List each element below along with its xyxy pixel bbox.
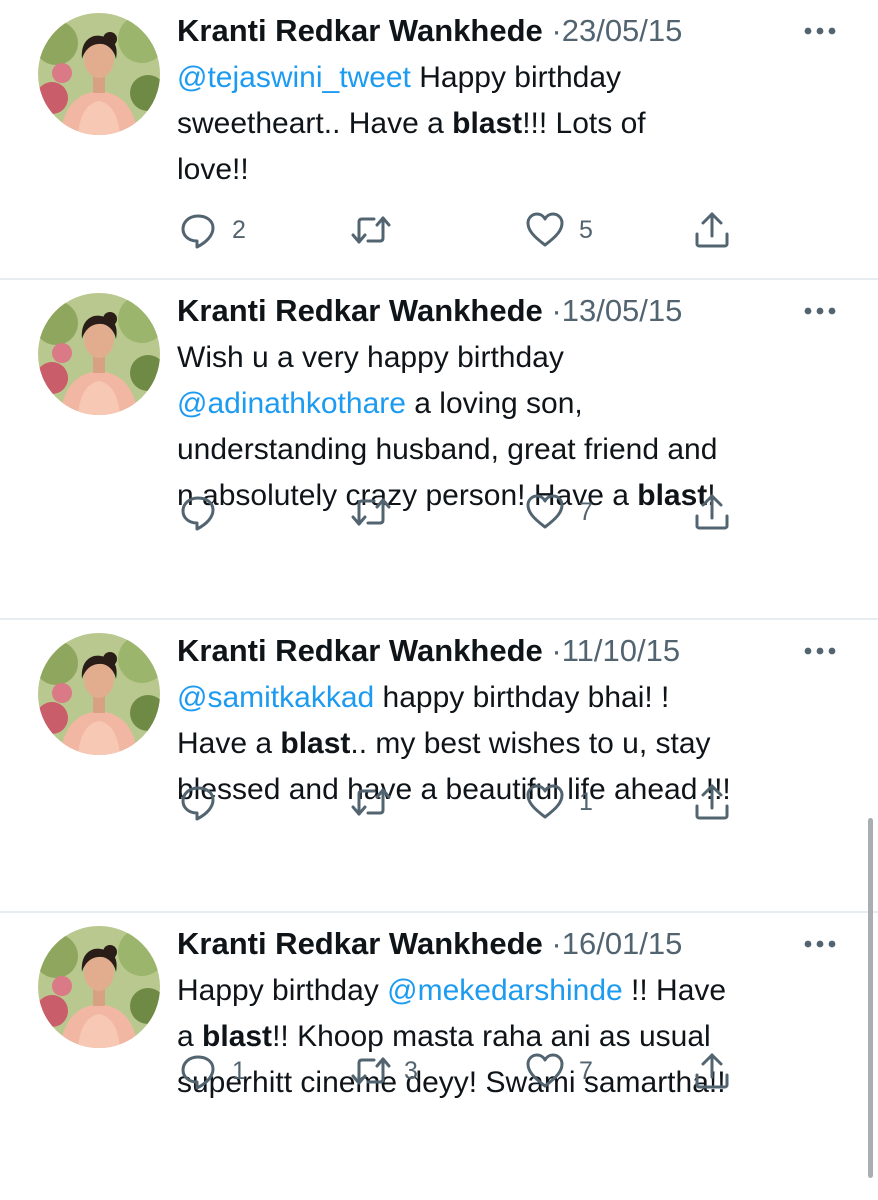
tweet-text-line: understanding husband, great friend and xyxy=(177,427,847,473)
tweet-text-line: love!! xyxy=(177,147,847,193)
like-count: 7 xyxy=(579,1057,593,1085)
tweet-header: Kranti Redkar Wankhede ·11/10/15 xyxy=(177,631,680,671)
tweet-text-line: @samitkakkad happy birthday bhai! ! xyxy=(177,675,847,721)
tweet-date[interactable]: 23/05/15 xyxy=(562,13,683,48)
tweet[interactable]: Kranti Redkar Wankhede ·13/05/15 Wish u a… xyxy=(0,280,878,618)
like-button[interactable]: 5 xyxy=(525,210,615,250)
reply-count: 2 xyxy=(232,216,246,244)
author-name[interactable]: Kranti Redkar Wankhede xyxy=(177,633,543,668)
tweet-date[interactable]: 13/05/15 xyxy=(562,293,683,328)
retweet-button[interactable]: 3 xyxy=(350,1051,440,1091)
avatar-image xyxy=(38,13,160,135)
avatar-image xyxy=(38,926,160,1048)
tweet-header: Kranti Redkar Wankhede ·13/05/15 xyxy=(177,291,682,331)
author-name[interactable]: Kranti Redkar Wankhede xyxy=(177,926,543,961)
like-button[interactable]: 1 xyxy=(525,782,615,822)
header-separator: · xyxy=(542,293,562,328)
text-segment: Happy birthday xyxy=(177,974,388,1007)
scrollbar[interactable] xyxy=(868,818,873,1178)
like-count: 7 xyxy=(579,498,593,526)
avatar[interactable] xyxy=(38,13,160,135)
tweet-text-line: superhitt cineme deyy! Swami samartha!! xyxy=(177,1060,847,1106)
reply-button[interactable] xyxy=(178,782,268,822)
mention-link[interactable]: @mekedarshinde xyxy=(387,974,623,1007)
tweet-text-line: a blast!! Khoop masta raha ani as usual xyxy=(177,1014,847,1060)
text-segment: !! Khoop masta raha ani as usual xyxy=(272,1020,711,1053)
retweet-button[interactable] xyxy=(350,492,440,532)
retweet-button[interactable] xyxy=(350,782,440,822)
share-button[interactable] xyxy=(692,1051,734,1091)
retweet-button[interactable] xyxy=(350,210,440,250)
like-count: 1 xyxy=(579,788,593,816)
tweet-text-line: @adinathkothare a loving son, xyxy=(177,381,847,427)
share-button[interactable] xyxy=(692,210,734,250)
bold-text: blast xyxy=(202,1020,273,1053)
mention-link[interactable]: @adinathkothare xyxy=(177,387,406,420)
like-button[interactable]: 7 xyxy=(525,1051,615,1091)
more-options-icon[interactable] xyxy=(803,24,837,38)
avatar[interactable] xyxy=(38,293,160,415)
header-separator: · xyxy=(542,13,562,48)
avatar-image xyxy=(38,633,160,755)
reply-button[interactable] xyxy=(178,492,268,532)
tweet-text: Happy birthday @mekedarshinde !! Have a b… xyxy=(177,968,847,1106)
tweet-text-line: @tejaswini_tweet Happy birthday xyxy=(177,55,847,101)
tweet-text-line: Have a blast.. my best wishes to u, stay xyxy=(177,721,847,767)
text-segment: a xyxy=(177,1020,203,1053)
bold-text: blast xyxy=(452,107,523,140)
tweet-text: Wish u a very happy birthday @adinathkoth… xyxy=(177,335,847,519)
like-count: 5 xyxy=(579,216,593,244)
reply-button[interactable]: 2 xyxy=(178,210,268,250)
text-segment: Have a xyxy=(177,727,281,760)
tweet-text-line: Happy birthday @mekedarshinde !! Have xyxy=(177,968,847,1014)
tweet-text-line: sweetheart.. Have a blast!!! Lots of xyxy=(177,101,847,147)
text-segment: happy birthday bhai! ! xyxy=(374,681,670,714)
tweet-date[interactable]: 16/01/15 xyxy=(562,926,683,961)
text-segment: !! Have xyxy=(622,974,727,1007)
tweet-text-line: blessed and have a beautiful life ahead … xyxy=(177,767,847,813)
avatar[interactable] xyxy=(38,926,160,1048)
mention-link[interactable]: @tejaswini_tweet xyxy=(177,61,411,94)
tweet-header: Kranti Redkar Wankhede ·23/05/15 xyxy=(177,11,682,51)
tweet[interactable]: Kranti Redkar Wankhede ·23/05/15 @tejaswi… xyxy=(0,0,878,278)
tweet-text: @tejaswini_tweet Happy birthday sweethear… xyxy=(177,55,847,193)
like-button[interactable]: 7 xyxy=(525,492,615,532)
text-segment: Happy birthday xyxy=(410,61,622,94)
header-separator: · xyxy=(542,926,562,961)
text-segment: .. my best wishes to u, stay xyxy=(350,727,711,760)
text-segment: sweetheart.. Have a xyxy=(177,107,453,140)
text-segment: Wish u a very happy birthday xyxy=(177,341,564,374)
tweet-text-line: n absolutely crazy person! Have a blast! xyxy=(177,473,847,519)
text-segment: !!! Lots of xyxy=(522,107,646,140)
tweet-text: @samitkakkad happy birthday bhai! ! Have … xyxy=(177,675,847,813)
tweet-text-line: Wish u a very happy birthday xyxy=(177,335,847,381)
tweet-divider xyxy=(0,911,878,913)
tweet-divider xyxy=(0,278,878,280)
more-options-icon[interactable] xyxy=(803,644,837,658)
avatar[interactable] xyxy=(38,633,160,755)
more-options-icon[interactable] xyxy=(803,304,837,318)
author-name[interactable]: Kranti Redkar Wankhede xyxy=(177,293,543,328)
avatar-image xyxy=(38,293,160,415)
tweet-date[interactable]: 11/10/15 xyxy=(562,633,680,668)
tweet-feed: Kranti Redkar Wankhede ·23/05/15 @tejaswi… xyxy=(0,0,878,1200)
text-segment: understanding husband, great friend and xyxy=(177,433,718,466)
reply-button[interactable]: 1 xyxy=(178,1051,268,1091)
share-button[interactable] xyxy=(692,492,734,532)
tweet-divider xyxy=(0,618,878,620)
retweet-count: 3 xyxy=(404,1057,418,1085)
share-button[interactable] xyxy=(692,782,734,822)
mention-link[interactable]: @samitkakkad xyxy=(177,681,374,714)
tweet[interactable]: Kranti Redkar Wankhede ·16/01/15 Happy bi… xyxy=(0,913,878,1200)
author-name[interactable]: Kranti Redkar Wankhede xyxy=(177,13,543,48)
header-separator: · xyxy=(542,633,562,668)
text-segment: a loving son, xyxy=(405,387,583,420)
tweet-header: Kranti Redkar Wankhede ·16/01/15 xyxy=(177,924,682,964)
reply-count: 1 xyxy=(232,1057,246,1085)
bold-text: blast xyxy=(280,727,351,760)
more-options-icon[interactable] xyxy=(803,937,837,951)
text-segment: love!! xyxy=(177,153,249,186)
tweet[interactable]: Kranti Redkar Wankhede ·11/10/15 @samitka… xyxy=(0,620,878,911)
